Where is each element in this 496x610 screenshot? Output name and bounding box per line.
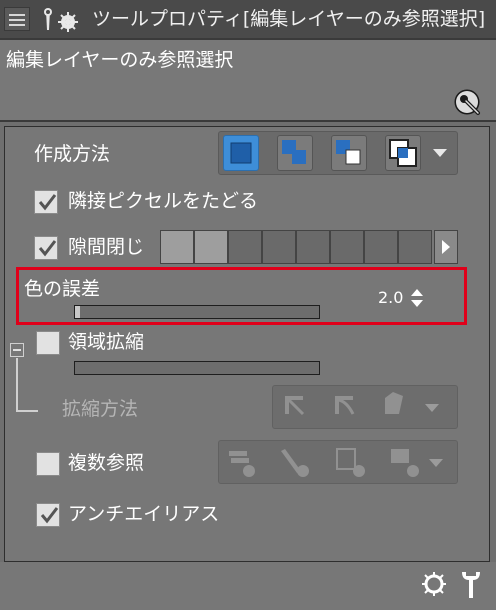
title-bar: ツールプロパティ[編集レイヤーのみ参照選択] [0,0,496,38]
reference-layer-icons [229,448,443,477]
sub-tool-detail-icon[interactable] [456,568,486,600]
gap-closing-level-cell[interactable] [330,230,364,264]
gap-closing-level-cell[interactable] [228,230,262,264]
tree-line [16,358,18,412]
add-selection-button[interactable] [277,135,313,171]
antialiasing-checkbox[interactable] [36,503,60,527]
multiple-referring-label: 複数参照 [68,452,145,474]
checkmark-icon [38,194,57,211]
antialiasing-label: アンチエイリアス [68,503,220,525]
gap-closing-level-cell[interactable] [364,230,398,264]
area-scaling-checkbox[interactable] [36,331,60,355]
scaling-method-group[interactable] [272,385,458,429]
highlight-frame [16,267,467,325]
add-selection-icon [282,140,306,164]
reference-layer-group[interactable] [218,440,458,484]
intersect-selection-icon [389,139,417,167]
checkmark-icon [38,240,57,257]
gap-closing-label: 隙間閉じ [68,236,145,258]
collapse-toggle-icon[interactable] [10,343,24,357]
intersect-selection-button[interactable] [385,135,421,171]
sub-tool-header: 編集レイヤーのみ参照選択 [0,38,496,122]
tree-line [16,410,38,412]
gap-closing-level-cell[interactable] [398,230,432,264]
new-selection-button[interactable] [223,135,259,171]
gap-closing-level-cell[interactable] [262,230,296,264]
gap-closing-checkbox[interactable] [34,236,58,260]
subtract-selection-button[interactable] [331,135,367,171]
magic-wand-icon [36,6,82,34]
subtract-selection-icon [336,140,361,165]
gap-closing-level-cell[interactable] [296,230,330,264]
panel-title: ツールプロパティ[編集レイヤーのみ参照選択] [92,8,486,30]
sub-tool-name: 編集レイヤーのみ参照選択 [6,49,234,71]
chevron-down-icon [433,149,447,157]
trace-adjacent-checkbox[interactable] [34,190,58,214]
gap-closing-level-bar[interactable] [160,230,432,264]
panel-menu-button[interactable] [4,7,30,31]
multiple-referring-checkbox[interactable] [36,452,60,476]
area-scaling-label: 領域拡縮 [68,331,145,353]
checkmark-icon [40,507,59,524]
creation-method-label: 作成方法 [34,143,111,165]
gap-closing-level-cell[interactable] [160,230,194,264]
panel-footer [0,562,496,610]
trace-adjacent-label: 隣接ピクセルをたどる [68,190,259,212]
scaling-method-icons [283,392,439,416]
gap-closing-level-cell[interactable] [194,230,228,264]
scaling-method-label: 拡縮方法 [62,398,139,420]
sub-tool-settings-icon[interactable] [452,88,486,118]
initial-settings-icon[interactable] [420,570,448,598]
creation-method-dropdown[interactable] [424,135,454,171]
gap-closing-scroll-button[interactable] [434,230,458,264]
area-scaling-slider[interactable] [74,361,320,375]
chevron-right-icon [442,240,450,254]
